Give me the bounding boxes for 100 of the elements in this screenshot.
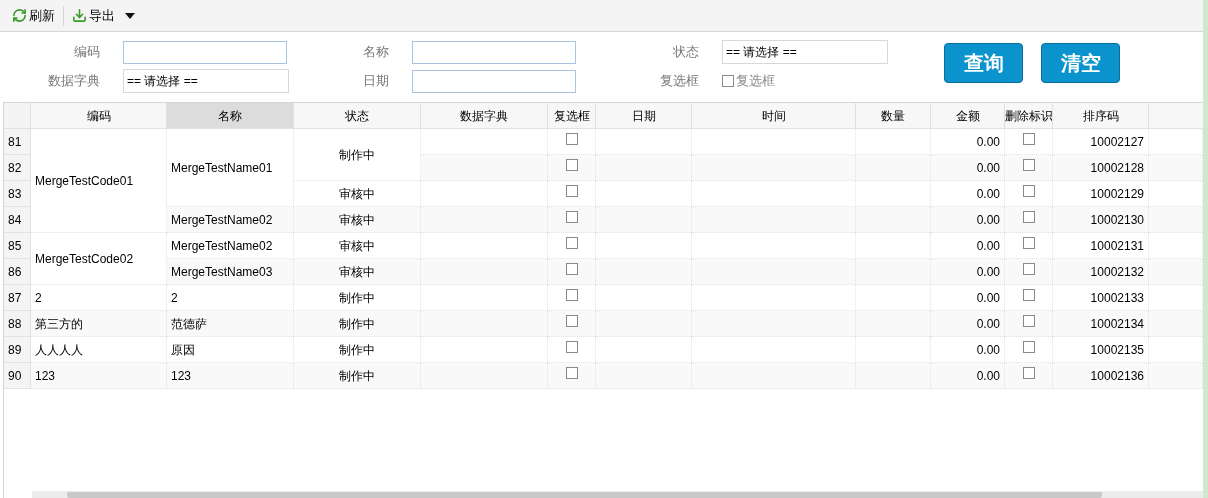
field-label: 复选框 [659,72,699,91]
table-cell: 范德萨 [167,311,294,337]
table-cell: 0.00 [931,233,1005,259]
table-cell: 0.00 [931,155,1005,181]
checkbox[interactable] [1022,289,1035,301]
input-field[interactable] [123,40,287,64]
column-header[interactable]: 时间 [692,103,856,129]
checkbox[interactable] [1022,315,1035,327]
input-field[interactable] [412,69,576,93]
table-cell: 10002132 [1053,259,1149,285]
field-label: 数据字典 [47,72,100,91]
table-cell [1149,337,1203,363]
table-cell [1149,155,1203,181]
download-icon [72,8,87,23]
select-field[interactable]: == 请选择 == [123,69,289,93]
table-cell: 0.00 [931,311,1005,337]
select-field[interactable]: == 请选择 == [722,40,888,64]
table-cell: 0.00 [931,285,1005,311]
table-cell: MergeTestName01 [167,129,294,207]
table-cell [1149,311,1203,337]
table-cell [1149,129,1203,155]
table-cell: 10002133 [1053,285,1149,311]
checkbox[interactable] [565,289,578,301]
table-cell [1149,181,1203,207]
checkbox[interactable] [565,367,578,379]
table-cell: 10002129 [1053,181,1149,207]
checkbox[interactable] [1022,367,1035,379]
row-number: 86 [4,259,31,285]
column-header[interactable]: 金额 [931,103,1005,129]
row-number: 85 [4,233,31,259]
toolbar-button[interactable]: 导出 [70,5,137,26]
table-cell: 123 [31,363,167,389]
checkbox[interactable] [722,75,734,87]
row-number: 87 [4,285,31,311]
table-cell: 第三方的 [31,311,167,337]
row-number: 89 [4,337,31,363]
row-number: 90 [4,363,31,389]
checkbox[interactable] [565,341,578,353]
checkbox[interactable] [1022,211,1035,223]
field-label: 编码 [73,43,100,62]
table-cell [1149,207,1203,233]
table-cell: 审核中 [294,233,421,259]
table-cell: 10002130 [1053,207,1149,233]
checkbox[interactable] [1022,159,1035,171]
table-cell: MergeTestName02 [167,207,294,233]
table-cell: MergeTestName03 [167,259,294,285]
checkbox[interactable] [565,237,578,249]
table-cell: 2 [167,285,294,311]
column-header[interactable]: 数据字典 [421,103,548,129]
field-label: 日期 [362,72,389,91]
checkbox[interactable] [1022,341,1035,353]
table-cell: 审核中 [294,207,421,233]
table-cell: 10002127 [1053,129,1149,155]
checkbox[interactable] [1022,263,1035,275]
column-header[interactable]: 数量 [856,103,931,129]
checkbox[interactable] [565,185,578,197]
column-header[interactable]: 状态 [294,103,421,129]
table-cell [1149,363,1203,389]
table-cell [1149,259,1203,285]
checkbox[interactable] [565,211,578,223]
table-cell: 制作中 [294,337,421,363]
table-cell: 制作中 [294,129,421,181]
table-cell: 10002128 [1053,155,1149,181]
column-header[interactable]: 名称 [167,103,294,129]
checkbox[interactable] [565,159,578,171]
table-cell: MergeTestCode01 [31,129,167,233]
table-cell: 2 [31,285,167,311]
table-cell: 10002136 [1053,363,1149,389]
checkbox[interactable] [1022,133,1035,145]
checkbox-label[interactable]: 复选框 [736,71,775,91]
table-cell [1149,233,1203,259]
column-header[interactable]: 编码 [31,103,167,129]
column-header[interactable]: 日期 [596,103,692,129]
table-cell: 0.00 [931,207,1005,233]
field-label: 名称 [362,43,389,62]
table-cell: MergeTestName02 [167,233,294,259]
table-cell: 10002131 [1053,233,1149,259]
checkbox[interactable] [565,133,578,145]
table-cell: 0.00 [931,337,1005,363]
row-number: 83 [4,181,31,207]
horizontal-scrollbar[interactable] [32,491,1203,498]
toolbar-button[interactable]: 刷新 [10,5,57,26]
table-cell: 制作中 [294,311,421,337]
column-header[interactable]: 复选框 [548,103,596,129]
input-field[interactable] [412,40,576,64]
table-cell: 审核中 [294,181,421,207]
table-cell: 制作中 [294,285,421,311]
checkbox[interactable] [1022,185,1035,197]
table-cell: 0.00 [931,259,1005,285]
checkbox[interactable] [565,315,578,327]
table-cell [1149,285,1203,311]
checkbox[interactable] [1022,237,1035,249]
table-cell: 制作中 [294,363,421,389]
table-cell: 人人人人 [31,337,167,363]
table-cell: 0.00 [931,129,1005,155]
column-header[interactable]: 排序码 [1053,103,1149,129]
checkbox[interactable] [565,263,578,275]
column-header[interactable]: 删除标识 [1005,103,1053,129]
row-number: 81 [4,129,31,155]
refresh-icon [12,8,27,23]
